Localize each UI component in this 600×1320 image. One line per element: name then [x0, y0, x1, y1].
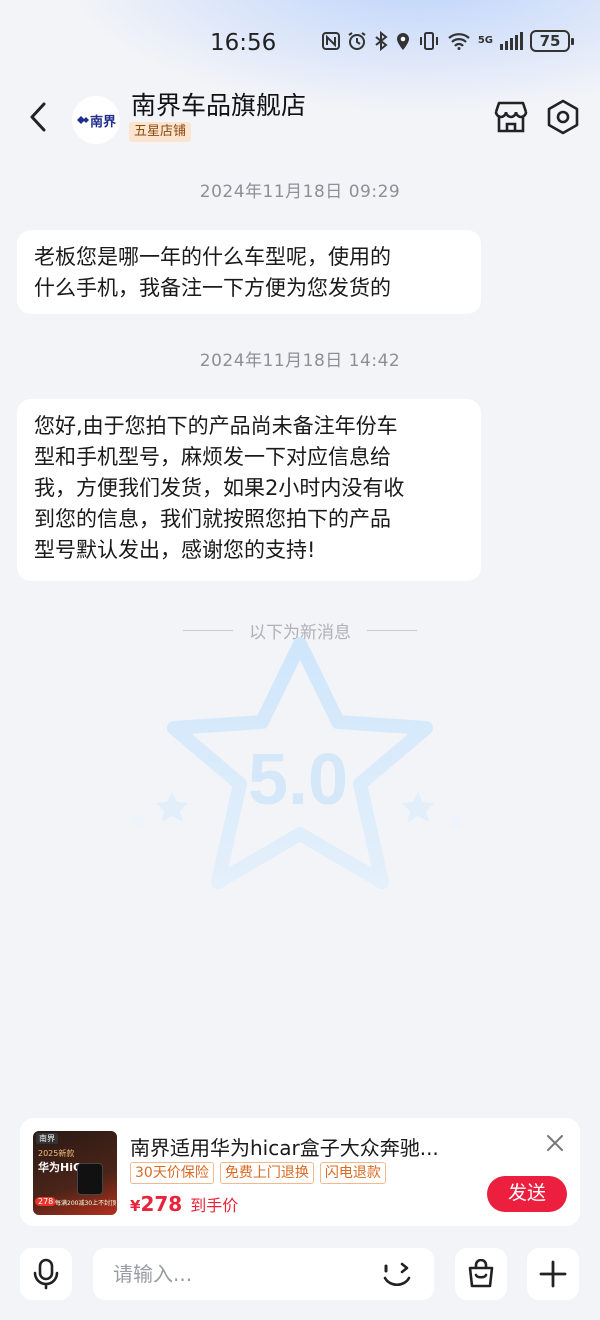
alarm-icon [348, 32, 366, 50]
message-bubble[interactable]: 老板您是哪一年的什么车型呢，使用的 什么手机，我备注一下方便为您发货的 [17, 230, 481, 314]
message-timestamp: 2024年11月18日 09:29 [199, 182, 401, 202]
chat-header: 南界 南界车品旗舰店 五星店铺 [0, 88, 600, 152]
message-timestamp: 2024年11月18日 14:42 [199, 351, 401, 371]
watermark-score: 5.0 [248, 740, 348, 820]
battery-icon: 75 [530, 30, 574, 52]
product-thumbnail[interactable]: 南界 2025新款 华为HiCar 278 每满200减30上不封顶 [33, 1131, 117, 1215]
network-type: 5G [477, 35, 493, 46]
bluetooth-icon [375, 31, 388, 51]
back-button[interactable] [22, 100, 56, 134]
thumb-note: 每满200减30上不封顶 [55, 1200, 117, 1207]
price-value: ¥278 [130, 1192, 182, 1216]
wifi-icon [448, 33, 470, 50]
small-star-left-icon [156, 792, 188, 822]
send-product-button[interactable]: 发送 [487, 1176, 567, 1212]
status-icons: 5G 75 [321, 30, 574, 52]
order-bag-button[interactable] [455, 1248, 507, 1300]
signal-icon [500, 32, 523, 50]
product-tag: 30天价保险 [130, 1162, 214, 1184]
message-line: 型和手机型号，麻烦发一下对应信息给 [34, 445, 391, 469]
product-tag: 闪电退款 [319, 1162, 386, 1184]
product-device-image [77, 1163, 103, 1195]
divider-line-left [183, 630, 233, 631]
battery-level: 75 [539, 32, 561, 50]
product-tag: 免费上门退换 [219, 1162, 314, 1184]
brand-logo-icon [76, 116, 89, 124]
message-line: 什么手机，我备注一下方便为您发货的 [34, 276, 391, 300]
status-bar: 16:56 5G 75 [0, 0, 600, 88]
message-line: 到您的信息，我们就按照您拍下的产品 [34, 507, 391, 531]
message-line: 您好,由于您拍下的产品尚未备注年份车 [34, 414, 398, 438]
sparkle-dot-right-icon [449, 815, 463, 829]
product-price: ¥278 到手价 [130, 1192, 238, 1216]
shopping-bag-icon [468, 1259, 494, 1288]
message-line: 老板您是哪一年的什么车型呢，使用的 [34, 245, 391, 269]
close-icon[interactable] [544, 1132, 566, 1154]
thumb-brand: 南界 [36, 1133, 58, 1144]
shop-rating-badge: 五星店铺 [129, 122, 192, 142]
message-bubble[interactable]: 您好,由于您拍下的产品尚未备注年份车 型和手机型号，麻烦发一下对应信息给 我，方… [17, 399, 481, 581]
shop-avatar[interactable]: 南界 [72, 96, 120, 144]
location-icon [396, 33, 409, 50]
thumb-price: 278 [35, 1197, 57, 1206]
divider-line-right [367, 630, 417, 631]
nfc-icon [321, 32, 340, 50]
shop-logo-text: 南界 [89, 114, 116, 130]
five-star-watermark: 5.0 [131, 637, 463, 889]
settings-hexagon-button[interactable] [545, 98, 581, 136]
product-title[interactable]: 南界适用华为hicar盒子大众奔驰... [130, 1132, 530, 1161]
product-card[interactable]: 南界 2025新款 华为HiCar 278 每满200减30上不封顶 南界适用华… [20, 1118, 580, 1226]
shop-name[interactable]: 南界车品旗舰店 [131, 86, 306, 122]
message-line: 型号默认发出，感谢您的支持! [34, 538, 316, 562]
input-bar [0, 1246, 600, 1302]
vibrate-icon [419, 32, 438, 50]
emoji-wink-icon[interactable] [380, 1258, 414, 1290]
message-line: 我，方便我们发货，如果2小时内没有收 [34, 476, 405, 500]
plus-icon [539, 1260, 567, 1288]
store-button[interactable] [493, 100, 529, 134]
small-star-right-icon [402, 792, 434, 822]
voice-button[interactable] [20, 1248, 72, 1300]
price-label: 到手价 [190, 1196, 239, 1215]
status-time: 16:56 [210, 30, 277, 56]
sparkle-dot-left-icon [131, 815, 145, 829]
microphone-icon [33, 1258, 59, 1290]
more-button[interactable] [527, 1248, 579, 1300]
currency-symbol: ¥ [130, 1197, 141, 1215]
thumb-new-label: 2025新款 [38, 1149, 75, 1158]
product-tags: 30天价保险 免费上门退换 闪电退款 [130, 1162, 386, 1184]
price-amount: 278 [140, 1192, 183, 1216]
